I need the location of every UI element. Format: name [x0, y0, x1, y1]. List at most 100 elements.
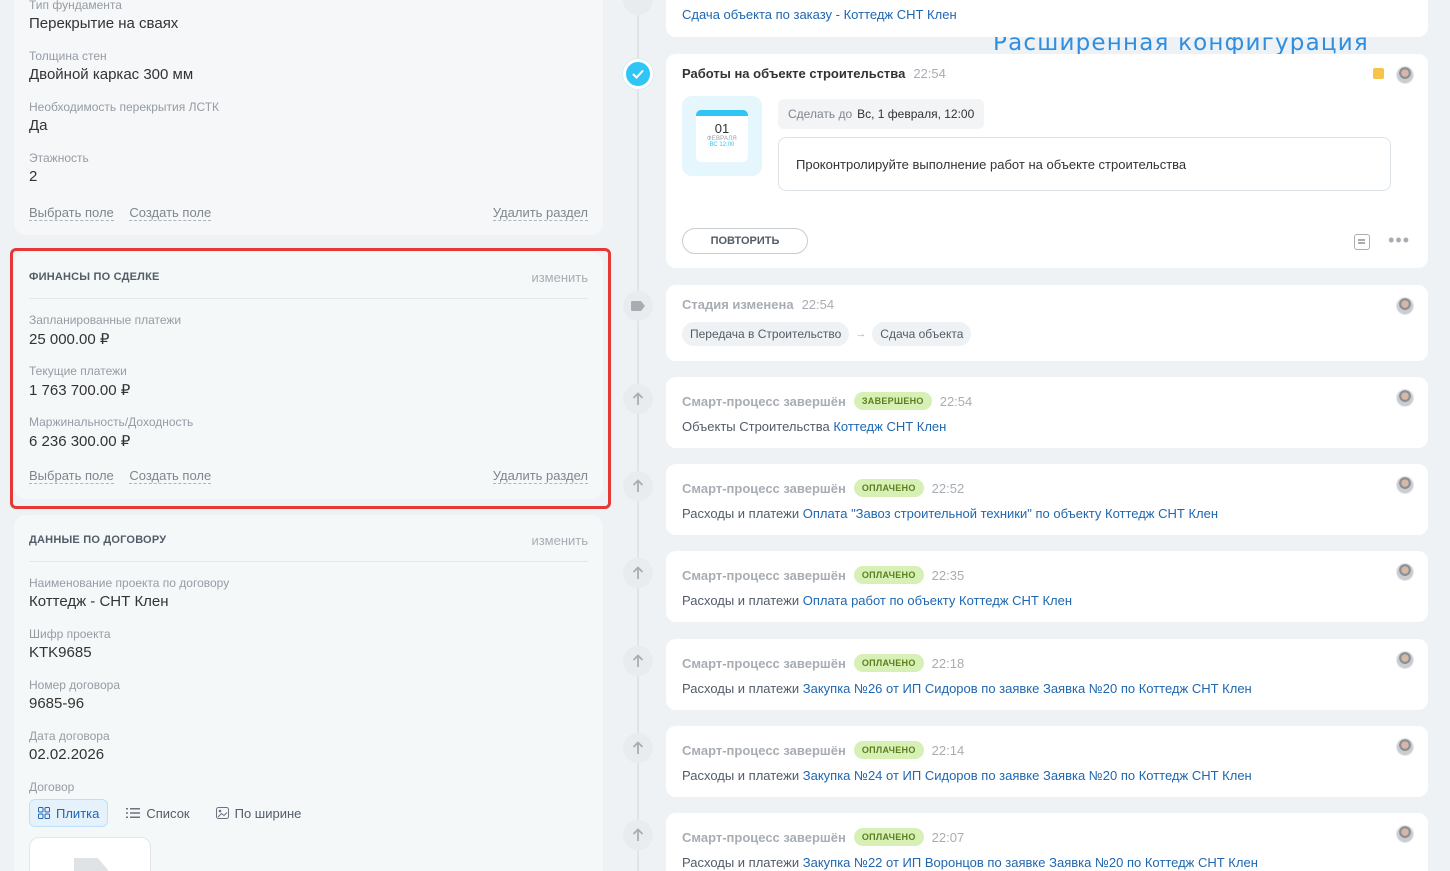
deadline-value: Вс, 1 февраля, 12:00 [857, 107, 975, 121]
entity-type: Расходы и платежи [682, 855, 800, 870]
view-mode-tabs: Плитка Список По ширине [29, 799, 309, 827]
timeline-item: Сдача объекта по заказу - Коттедж СНТ Кл… [666, 0, 1428, 37]
view-tab-tile[interactable]: Плитка [29, 799, 109, 827]
repeat-button[interactable]: ПОВТОРИТЬ [682, 228, 808, 254]
stage-change-item: Стадия изменена 22:54 Передача в Строите… [666, 285, 1428, 361]
field-planned-payments[interactable]: Запланированные платежи 25 000.00 ₽ [29, 313, 181, 348]
status-badge: ОПЛАЧЕНО [853, 741, 924, 759]
flag-icon[interactable] [1373, 68, 1384, 79]
avatar[interactable] [1396, 476, 1414, 494]
avatar[interactable] [1396, 297, 1414, 315]
entity-link[interactable]: Оплата "Завоз строительной техники" по о… [803, 506, 1218, 521]
list-icon [126, 808, 141, 818]
delete-section-link[interactable]: Удалить раздел [492, 205, 588, 221]
tag-icon [623, 291, 653, 321]
field-contract-file: Договор [29, 780, 74, 794]
field-project-name[interactable]: Наименование проекта по договору Коттедж… [29, 576, 229, 610]
field-value: 6 236 300.00 ₽ [29, 433, 131, 450]
timeline-title: Смарт-процесс завершён [682, 480, 846, 496]
timeline-header: Смарт-процесс завершён ОПЛАЧЕНО 22:52 [682, 479, 964, 497]
timeline-time: 22:35 [931, 567, 965, 583]
section-title: ФИНАНСЫ ПО СДЕЛКЕ [29, 271, 160, 283]
field-value: 02.02.2026 [29, 746, 105, 763]
avatar[interactable] [1396, 563, 1414, 581]
timeline-title: Смарт-процесс завершён [682, 393, 846, 409]
entity-link[interactable]: Закупка №26 от ИП Сидоров по заявке Заяв… [803, 681, 1252, 696]
entity-type: Расходы и платежи [682, 681, 800, 696]
timeline-body: Расходы и платежи Оплата "Завоз строител… [682, 506, 1218, 521]
note-icon[interactable] [1354, 234, 1370, 250]
timeline-body: Расходы и платежи Закупка №26 от ИП Сидо… [682, 681, 1252, 696]
entity-link[interactable]: Закупка №24 от ИП Сидоров по заявке Заяв… [803, 768, 1252, 783]
deadline-chip[interactable]: Сделать до Вс, 1 февраля, 12:00 [778, 99, 985, 129]
field-label: Договор [29, 780, 75, 794]
field-contract-number[interactable]: Номер договора 9685-96 [29, 678, 120, 712]
create-field-link[interactable]: Создать поле [129, 468, 212, 484]
status-badge: ОПЛАЧЕНО [853, 566, 924, 584]
divider [29, 561, 588, 562]
status-badge: ОПЛАЧЕНО [853, 479, 924, 497]
field-lstk[interactable]: Необходимость перекрытия ЛСТК Да [29, 100, 219, 134]
field-foundation[interactable]: Тип фундамента Перекрытие на сваях [29, 0, 178, 32]
timeline-header: Смарт-процесс завершён ОПЛАЧЕНО 22:07 [682, 828, 964, 846]
field-label: Запланированные платежи [29, 313, 182, 327]
entity-link[interactable]: Оплата работ по объекту Коттедж СНТ Клен [803, 593, 1072, 608]
timeline-item: Смарт-процесс завершён ЗАВЕРШЕНО 22:54 О… [666, 377, 1428, 448]
avatar[interactable] [1396, 825, 1414, 843]
select-field-link[interactable]: Выбрать поле [29, 205, 114, 221]
edit-section-link[interactable]: изменить [531, 270, 588, 285]
field-value: 25 000.00 ₽ [29, 331, 110, 348]
arrow-up-icon [623, 646, 653, 676]
field-floors[interactable]: Этажность 2 [29, 151, 89, 185]
timeline-body: Сдача объекта по заказу - Коттедж СНТ Кл… [682, 7, 957, 22]
field-contract-date[interactable]: Дата договора 02.02.2026 [29, 729, 110, 763]
field-value: Двойной каркас 300 мм [29, 66, 194, 83]
field-wall-thickness[interactable]: Толщина стен Двойной каркас 300 мм [29, 49, 193, 83]
entity-link[interactable]: Сдача объекта по заказу - Коттедж СНТ Кл… [682, 7, 957, 22]
delete-section-link[interactable]: Удалить раздел [492, 468, 588, 484]
timeline-time: 22:18 [931, 655, 965, 671]
stage-to: Сдача объекта [872, 322, 972, 346]
field-current-payments[interactable]: Текущие платежи 1 763 700.00 ₽ [29, 364, 130, 399]
card-actions: Выбрать поле Создать поле Удалить раздел [29, 205, 588, 221]
arrow-up-icon [623, 471, 653, 501]
calendar-icon: 01 ФЕВРАЛЯ ВС 12:00 [682, 96, 762, 176]
more-icon[interactable]: ••• [1388, 231, 1410, 249]
task-description[interactable]: Проконтролируйте выполнение работ на объ… [778, 137, 1391, 191]
entity-type: Расходы и платежи [682, 593, 800, 608]
field-value: KTK9685 [29, 644, 92, 661]
contract-card: ДАННЫЕ ПО ДОГОВОРУ изменить Наименование… [14, 515, 603, 871]
entity-link[interactable]: Коттедж СНТ Клен [833, 419, 946, 434]
view-tab-list[interactable]: Список [118, 799, 197, 827]
timeline-header: Смарт-процесс завершён ОПЛАЧЕНО 22:35 [682, 566, 964, 584]
timeline-item: Смарт-процесс завершён ОПЛАЧЕНО 22:35 Ра… [666, 551, 1428, 622]
avatar[interactable] [1396, 738, 1414, 756]
avatar[interactable] [1396, 66, 1414, 84]
timeline-body: Объекты Строительства Коттедж СНТ Клен [682, 419, 946, 434]
view-tab-label: По ширине [234, 805, 302, 821]
field-label: Необходимость перекрытия ЛСТК [29, 100, 220, 114]
arrow-up-icon [623, 820, 653, 850]
timeline-body: Расходы и платежи Закупка №24 от ИП Сидо… [682, 768, 1252, 783]
card-actions: Выбрать поле Создать поле Удалить раздел [29, 468, 588, 484]
edit-section-link[interactable]: изменить [531, 533, 588, 548]
field-label: Номер договора [29, 678, 120, 692]
field-value: Перекрытие на сваях [29, 15, 179, 32]
timeline-title: Смарт-процесс завершён [682, 655, 846, 671]
create-field-link[interactable]: Создать поле [129, 205, 212, 221]
timeline-time: 22:54 [939, 393, 973, 409]
field-margin[interactable]: Маржинальность/Доходность 6 236 300.00 ₽ [29, 415, 193, 450]
field-label: Текущие платежи [29, 364, 127, 378]
field-label: Этажность [29, 151, 89, 165]
field-value: Коттедж - СНТ Клен [29, 593, 169, 610]
check-icon[interactable] [623, 59, 653, 89]
field-project-code[interactable]: Шифр проекта KTK9685 [29, 627, 111, 661]
view-tab-wide[interactable]: По ширине [208, 799, 310, 827]
avatar[interactable] [1396, 651, 1414, 669]
entity-link[interactable]: Закупка №22 от ИП Воронцов по заявке Зая… [803, 855, 1258, 870]
file-thumbnail[interactable] [29, 837, 151, 871]
timeline-time: 22:54 [801, 297, 835, 312]
select-field-link[interactable]: Выбрать поле [29, 468, 114, 484]
avatar[interactable] [1396, 389, 1414, 407]
entity-type: Объекты Строительства [682, 419, 830, 434]
